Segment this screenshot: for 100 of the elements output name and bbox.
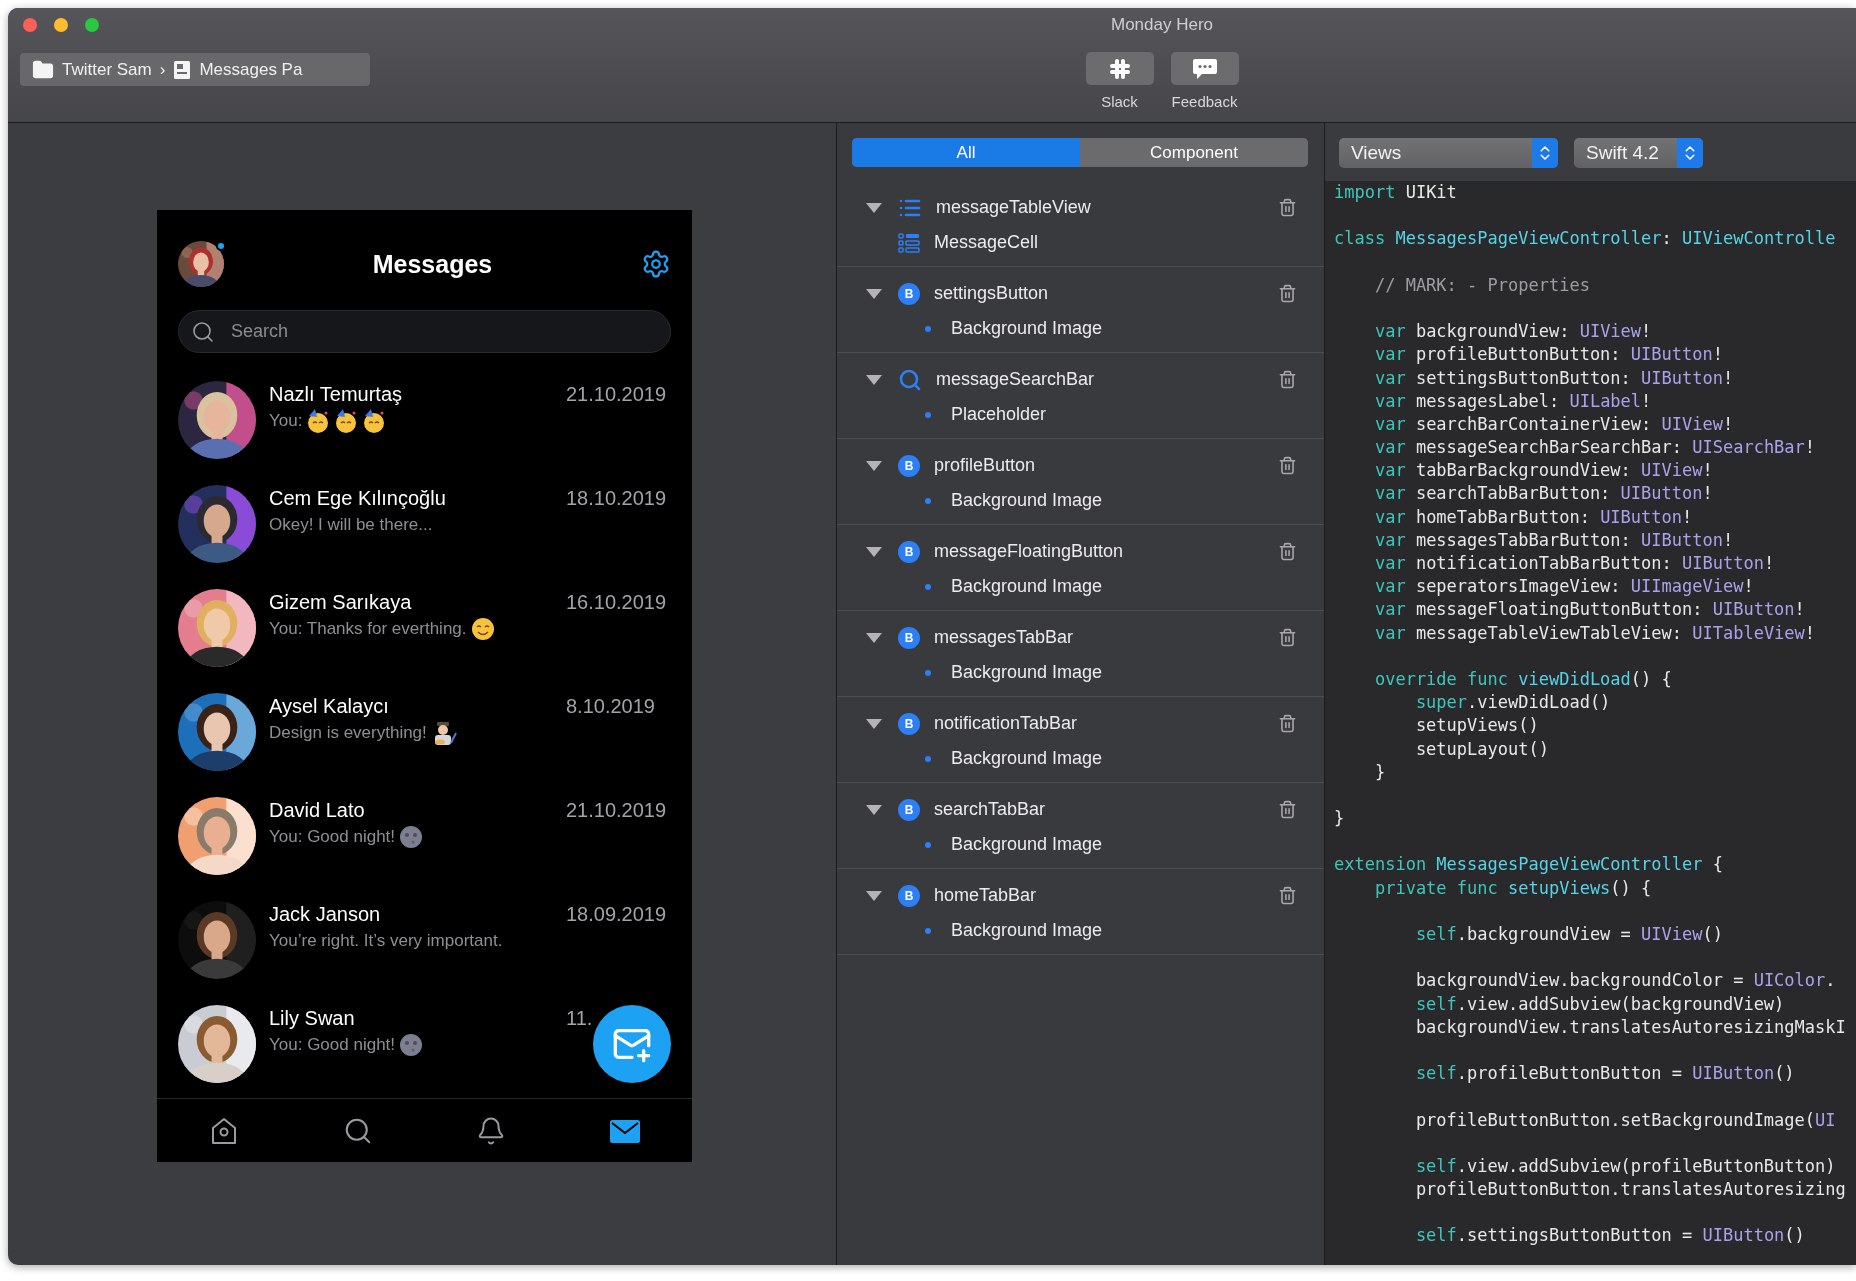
contact-name: Lily Swan (269, 1006, 356, 1031)
toolbar-button[interactable] (1170, 52, 1239, 85)
layer-property[interactable]: Background Image (951, 576, 1103, 597)
folder-icon (32, 58, 54, 81)
trash-icon[interactable] (1278, 628, 1297, 647)
layer-property[interactable]: Background Image (951, 920, 1103, 941)
layer-property[interactable]: MessageCell (934, 232, 1039, 253)
layer-property[interactable]: Background Image (951, 748, 1103, 769)
close-button[interactable] (23, 18, 37, 32)
search-field[interactable]: Search (178, 310, 671, 353)
layer-property[interactable]: Background Image (951, 662, 1103, 683)
layer-name[interactable]: messageSearchBar (936, 369, 1095, 390)
toolbar-button[interactable] (1085, 52, 1154, 85)
toolbar-button-label: Feedback (1171, 93, 1238, 110)
conversation-row[interactable]: Aysel Kalaycı Design is everything! 8.10.2019 (157, 679, 692, 783)
conversation-row[interactable]: David Lato You: Good night! 21.10.2019 (157, 783, 692, 887)
mail-icon[interactable] (610, 1118, 641, 1143)
code-line: } (1334, 807, 1346, 831)
trash-icon[interactable] (1278, 198, 1297, 217)
message-date: 16.10.2019 (566, 590, 668, 615)
contact-name: David Lato (269, 798, 366, 823)
dropdown-select[interactable]: Swift 4.2 (1574, 138, 1703, 168)
code-line: self.view.addSubview(profileButtonButton) (1414, 1154, 1837, 1178)
disclosure-triangle[interactable] (865, 888, 883, 903)
message-preview: You: Good night! (269, 827, 396, 847)
screen-title: Messages (372, 249, 493, 279)
segment-tab[interactable]: All (852, 138, 1080, 167)
search-input[interactable]: Search (229, 320, 670, 343)
trash-icon[interactable] (1278, 800, 1297, 819)
disclosure-triangle[interactable] (865, 716, 883, 731)
code-line: private func setupViews() { (1373, 876, 1653, 900)
speech-bubble-icon (1191, 57, 1218, 80)
zoom-button[interactable] (85, 18, 99, 32)
conversation-row[interactable]: Nazlı Temurtaş You: 21.10.2019 (157, 367, 692, 471)
code-line: var messageSearchBarSearchBar: UISearchBar! (1373, 436, 1817, 460)
layer-name[interactable]: notificationTabBar (934, 713, 1078, 734)
layer-property[interactable]: Background Image (951, 834, 1103, 855)
layer-name[interactable]: searchTabBar (934, 799, 1046, 820)
trash-icon[interactable] (1278, 886, 1297, 905)
conversation-row[interactable]: Lily Swan You: Good night! 11. (157, 991, 692, 1095)
breadcrumb-label[interactable]: Messages Pa (199, 59, 303, 80)
bullet-icon (925, 841, 931, 848)
breadcrumb-item[interactable]: Messages Pa (173, 59, 303, 80)
party-face-icon (362, 408, 387, 434)
layer-name[interactable]: profileButton (934, 455, 1036, 476)
disclosure-triangle[interactable] (865, 544, 883, 559)
code-line: var backgroundView: UIView! (1373, 320, 1653, 344)
smiling-face-icon (470, 617, 495, 641)
disclosure-triangle[interactable] (865, 286, 883, 301)
layer-property[interactable]: Background Image (951, 490, 1103, 511)
code-line: var homeTabBarButton: UIButton! (1373, 505, 1694, 529)
conversation-row[interactable]: Cem Ege Kılınçoğlu Okey! I will be there... 18.10.2019 (157, 471, 692, 575)
breadcrumb-item[interactable]: Twitter Sam (32, 58, 152, 81)
code-line: override func viewDidLoad() { (1373, 667, 1673, 691)
layer-name[interactable]: messagesTabBar (934, 627, 1074, 648)
conversation-row[interactable]: Gizem Sarıkaya You: Thanks for everthing. 16.10.2019 (157, 575, 692, 679)
home-icon[interactable] (209, 1115, 238, 1146)
layer-name[interactable]: messageFloatingButton (934, 541, 1124, 562)
code-line: var seperatorsImageView: UIImageView! (1373, 575, 1755, 599)
disclosure-triangle[interactable] (865, 200, 883, 215)
disclosure-triangle[interactable] (865, 802, 883, 817)
layer-property[interactable]: Placeholder (951, 404, 1047, 425)
settings-icon[interactable] (641, 249, 671, 279)
breadcrumb-label[interactable]: Twitter Sam (62, 59, 152, 80)
party-face-icon (306, 408, 331, 434)
profile-button[interactable] (178, 241, 224, 287)
conversation-row[interactable]: Jack Janson You’re right. It’s very important. 18.09.2019 (157, 887, 692, 991)
bullet-icon (925, 669, 931, 676)
dropdown-select[interactable]: Views (1339, 138, 1558, 168)
button-type-badge: B (898, 540, 920, 563)
disclosure-triangle[interactable] (865, 458, 883, 473)
code-line: class MessagesPageViewController: UIViewControlle (1334, 227, 1837, 251)
layer-name[interactable]: settingsButton (934, 283, 1049, 304)
window-title: Monday Hero (1110, 14, 1214, 36)
full-moon-icon (399, 1033, 424, 1057)
code-line: backgroundView.backgroundColor = UIColor. (1414, 969, 1837, 993)
contact-name: Nazlı Temurtaş (269, 382, 403, 407)
code-line: var settingsButtonButton: UIButton! (1373, 366, 1735, 390)
hashtag-logo-icon (1108, 57, 1131, 80)
disclosure-triangle[interactable] (865, 372, 883, 387)
minimize-button[interactable] (54, 18, 68, 32)
layer-name[interactable]: homeTabBar (934, 885, 1037, 906)
trash-icon[interactable] (1278, 284, 1297, 303)
code-line: } (1373, 760, 1387, 784)
layer-property[interactable]: Background Image (951, 318, 1103, 339)
full-moon-icon (399, 825, 424, 849)
disclosure-triangle[interactable] (865, 630, 883, 645)
message-preview: Design is everything! (269, 723, 427, 743)
trash-icon[interactable] (1278, 714, 1297, 733)
trash-icon[interactable] (1278, 542, 1297, 561)
code-line: self.view.addSubview(backgroundView) (1414, 992, 1786, 1016)
trash-icon[interactable] (1278, 456, 1297, 475)
bullet-icon (925, 755, 931, 762)
trash-icon[interactable] (1278, 370, 1297, 389)
layer-name[interactable]: messageTableView (936, 197, 1091, 218)
party-face-icon (334, 408, 359, 434)
bullet-icon (925, 411, 931, 418)
search-icon (191, 319, 215, 344)
document-icon (173, 59, 192, 80)
code-line: import UIKit (1334, 181, 1458, 204)
